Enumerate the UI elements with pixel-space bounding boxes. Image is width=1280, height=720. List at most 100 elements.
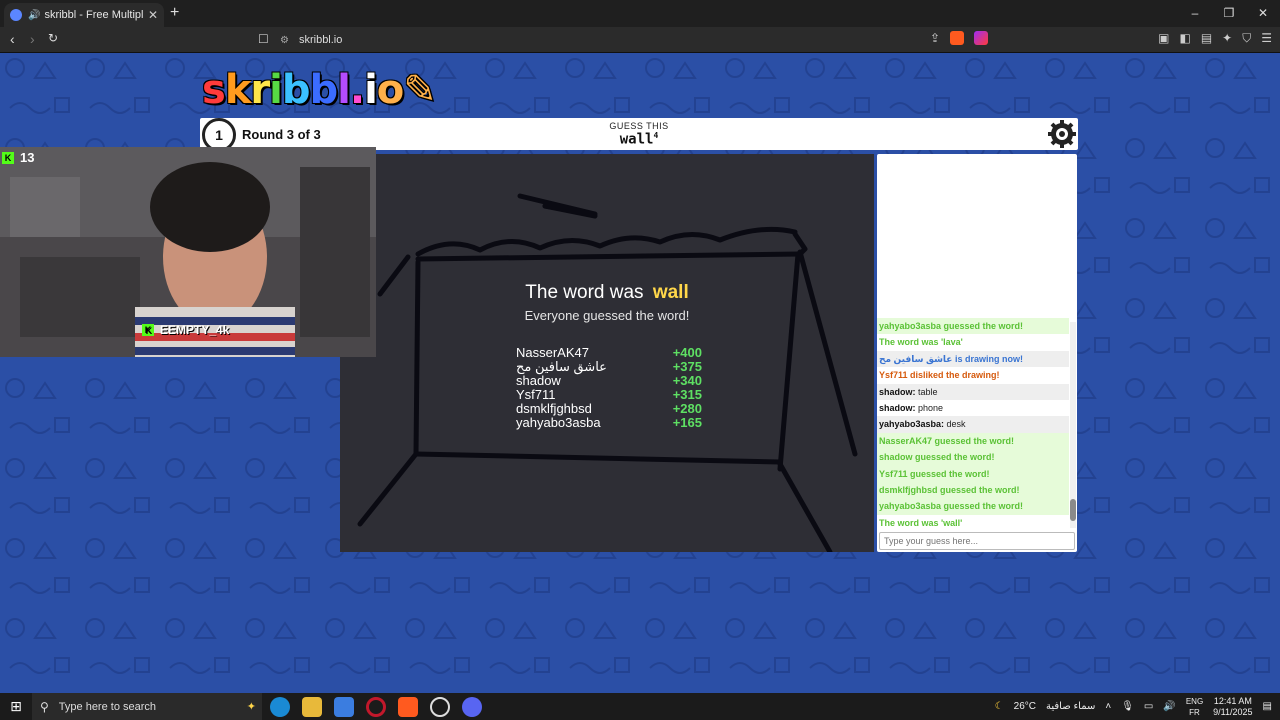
score-row: Ysf711 +315 — [516, 388, 702, 402]
brave-rewards-icon[interactable] — [974, 31, 989, 45]
reload-icon[interactable]: ↻ — [48, 31, 58, 45]
store-icon[interactable] — [334, 696, 354, 717]
channel-tag-text: EEMPTY_4k — [160, 323, 230, 337]
edge-icon[interactable] — [270, 696, 290, 717]
language-indicator[interactable]: ENG FR — [1186, 696, 1203, 718]
score-row: yahyabo3asba +165 — [516, 416, 702, 430]
score-points: +165 — [672, 415, 702, 430]
opera-icon[interactable] — [366, 696, 386, 717]
url-text: skribbl.io — [298, 34, 343, 46]
weather-moon-icon: ☾ — [994, 701, 1004, 712]
windows-start-icon[interactable]: ⊞ — [0, 698, 32, 715]
chat-text: The word was 'lava' — [879, 337, 963, 348]
guess-label: GUESS THIS — [609, 121, 669, 131]
media-icon[interactable]: ▣ — [1158, 31, 1169, 46]
restore-button[interactable]: ❐ — [1212, 0, 1246, 27]
brave-shields-icon[interactable] — [950, 31, 965, 45]
sidebar-icon[interactable]: ◧ — [1179, 31, 1190, 46]
score-player-name: NasserAK47 — [516, 345, 589, 360]
volume-icon[interactable]: 🔊 — [1163, 701, 1175, 712]
brave-taskbar-icon[interactable] — [398, 696, 418, 717]
logo-letter: r — [250, 67, 270, 113]
chat-message: yahyabo3asba guessed the word! — [877, 318, 1069, 335]
discord-icon[interactable] — [462, 696, 482, 717]
chat-message: NasserAK47 guessed the word! — [877, 432, 1069, 450]
address-bar-row: ‹ › ↻ ☐ ⚙ skribbl.io ⇪ ▣ ◧ ▤ ✦ ⛉ ☰ — [0, 27, 1280, 53]
settings-gear-icon[interactable] — [1047, 119, 1077, 149]
chat-message: shadow guessed the word! — [877, 449, 1069, 466]
close-window-button[interactable]: ✕ — [1246, 0, 1280, 27]
score-player-name: yahyabo3asba — [516, 415, 601, 430]
chat-message: The word was 'lava' — [877, 334, 1069, 351]
weather-desc[interactable]: سماء صافية — [1046, 701, 1095, 712]
score-points: +400 — [672, 345, 702, 360]
viewer-count-value: 13 — [20, 150, 35, 165]
taskbar-clock[interactable]: 12:41 AM 9/11/2025 — [1213, 696, 1252, 718]
browser-tab-bar: 🔊 skribbl - Free Multiplayer Dra ✕ + – ❐… — [0, 0, 1280, 27]
wallet-icon[interactable]: ▤ — [1201, 31, 1212, 46]
share-icon[interactable]: ⇪ — [930, 31, 940, 45]
chat-message: shadow: phone — [877, 399, 1069, 417]
score-player-name: shadow — [516, 373, 561, 388]
kick-logo-icon: K — [2, 151, 14, 164]
logo-letter: k — [224, 67, 252, 113]
url-field[interactable]: ⚙ skribbl.io — [280, 30, 1000, 50]
logo-letter: o — [376, 67, 405, 113]
channel-tag: K EEMPTY_4k — [142, 323, 229, 337]
taskbar-search[interactable]: ⚲ Type here to search ✦ — [32, 693, 262, 720]
leo-ai-icon[interactable]: ✦ — [1222, 31, 1232, 46]
guess-word: wall4 — [200, 131, 1078, 148]
chat-scrollbar[interactable] — [1070, 322, 1076, 528]
score-player-name: Ysf711 — [516, 387, 556, 402]
logo-letter: l — [337, 67, 351, 113]
forward-icon[interactable]: › — [30, 31, 35, 47]
notifications-icon[interactable]: ▤ — [1263, 701, 1272, 712]
logo-letter: i — [364, 67, 378, 113]
chat-message: The word was 'wall' — [877, 514, 1069, 532]
score-row: NasserAK47 +400 — [516, 346, 702, 360]
close-tab-icon[interactable]: ✕ — [148, 8, 158, 22]
file-explorer-icon[interactable] — [302, 696, 322, 717]
score-player-name: dsmklfjghbsd — [516, 401, 592, 416]
back-icon[interactable]: ‹ — [10, 31, 15, 47]
vpn-icon[interactable]: ⛉ — [1242, 31, 1251, 46]
menu-icon[interactable]: ☰ — [1261, 31, 1272, 46]
obs-icon[interactable] — [430, 696, 450, 717]
microphone-icon[interactable]: 🎙 — [1121, 701, 1134, 712]
score-row: shadow +340 — [516, 374, 702, 388]
window-controls: – ❐ ✕ — [1178, 0, 1280, 27]
logo-letter: s — [202, 67, 226, 113]
chat-author: yahyabo3asba: — [879, 419, 945, 430]
address-tools: ⇪ — [930, 31, 989, 45]
chat-text: NasserAK47 guessed the word! — [879, 435, 1015, 446]
chat-text: phone — [918, 402, 944, 413]
chat-message: shadow: table — [877, 383, 1069, 400]
speaker-icon[interactable]: 🔊 — [28, 10, 40, 21]
browser-tab[interactable]: 🔊 skribbl - Free Multiplayer Dra ✕ — [4, 3, 164, 27]
guess-input[interactable] — [879, 532, 1075, 550]
chat-scrollbar-thumb[interactable] — [1070, 499, 1076, 521]
score-points: +340 — [672, 373, 702, 388]
search-icon: ⚲ — [40, 699, 49, 714]
pencil-icon: ✎ — [403, 67, 437, 113]
chat-messages[interactable]: yahyabo3asba guessed the word! The word w… — [877, 318, 1069, 532]
chat-panel: yahyabo3asba guessed the word! The word w… — [877, 154, 1077, 552]
tray-chevron-icon[interactable]: ˄ — [1105, 701, 1111, 712]
weather-temp[interactable]: 26°C — [1014, 701, 1036, 712]
network-icon[interactable]: ▭ — [1144, 701, 1153, 712]
tab-title: skribbl - Free Multiplayer Dra — [44, 9, 144, 21]
score-row: عاشق سافين مح +375 — [516, 360, 702, 374]
site-info-icon[interactable]: ⚙ — [280, 35, 289, 46]
lang-top: ENG — [1185, 696, 1204, 706]
guess-word-length: 4 — [653, 131, 659, 140]
chat-message: yahyabo3asba: desk — [877, 416, 1069, 433]
skribbl-logo[interactable]: skribbl.io✎ — [202, 67, 437, 113]
new-tab-button[interactable]: + — [170, 4, 179, 22]
round-scores: NasserAK47 +400 عاشق سافين مح +375 shadow +34… — [516, 346, 702, 430]
chat-message: Ysf711 guessed the word! — [877, 465, 1069, 482]
bookmark-icon[interactable]: ☐ — [258, 32, 269, 46]
score-row: dsmklfjghbsd +280 — [516, 402, 702, 416]
copilot-sparkle-icon[interactable]: ✦ — [247, 700, 256, 713]
minimize-button[interactable]: – — [1178, 0, 1212, 27]
chat-message: dsmklfjghbsd guessed the word! — [877, 481, 1069, 499]
